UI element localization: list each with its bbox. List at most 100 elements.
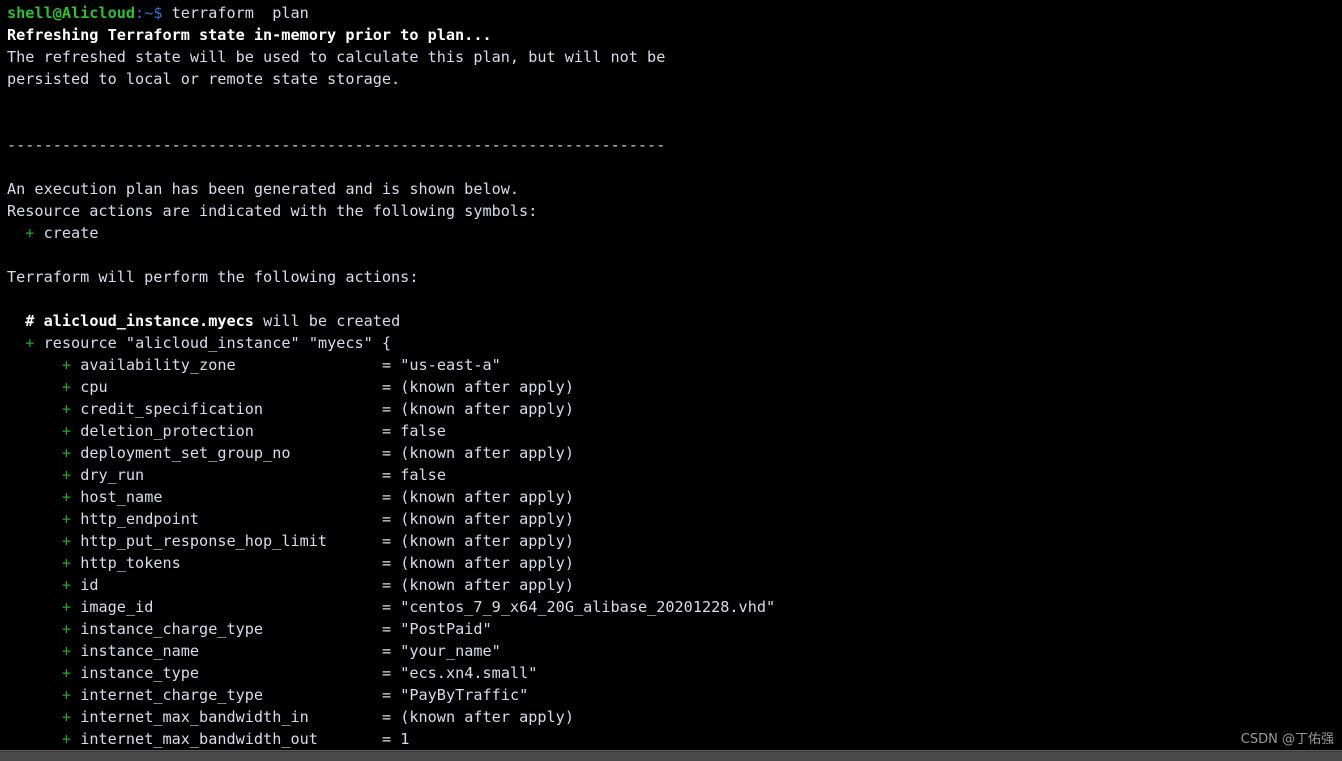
- equals-sign: =: [381, 400, 401, 418]
- attribute-name: dry_run: [80, 466, 145, 484]
- execution-plan-line: An execution plan has been generated and…: [7, 178, 1342, 200]
- attribute-line: + credit_specification = (known after ap…: [7, 398, 1342, 420]
- attribute-value: (known after apply): [400, 510, 574, 528]
- attribute-value: (known after apply): [400, 576, 574, 594]
- attribute-value: "your_name": [400, 642, 501, 660]
- equals-sign: =: [381, 422, 401, 440]
- alignment-spacer: [199, 642, 382, 660]
- alignment-spacer: [254, 422, 382, 440]
- space-spacer: [71, 378, 80, 396]
- space-spacer: [34, 334, 43, 352]
- alignment-spacer: [309, 708, 382, 726]
- note-text-2: persisted to local or remote state stora…: [7, 70, 401, 88]
- space-spacer: [34, 312, 43, 330]
- plus-icon: +: [61, 642, 72, 660]
- terminal-screen[interactable]: shell@Alicloud:~$ terraform plan Refresh…: [0, 0, 1342, 750]
- attribute-line: + dry_run = false: [7, 464, 1342, 486]
- attribute-name: host_name: [80, 488, 163, 506]
- attribute-name: http_tokens: [80, 554, 181, 572]
- plus-icon: +: [61, 488, 72, 506]
- attribute-value: (known after apply): [400, 444, 574, 462]
- attribute-value: "centos_7_9_x64_20G_alibase_20201228.vhd…: [400, 598, 776, 616]
- attribute-line: + internet_max_bandwidth_in = (known aft…: [7, 706, 1342, 728]
- separator-text: ----------------------------------------…: [7, 136, 666, 154]
- attribute-value: false: [400, 466, 446, 484]
- scrollbar-thumb[interactable]: [0, 752, 1342, 761]
- plus-icon: +: [61, 686, 72, 704]
- plus-icon: +: [61, 510, 72, 528]
- attribute-line: + deployment_set_group_no = (known after…: [7, 442, 1342, 464]
- equals-sign: =: [381, 620, 401, 638]
- space-spacer: [71, 620, 80, 638]
- attribute-value: (known after apply): [400, 378, 574, 396]
- equals-sign: =: [381, 466, 401, 484]
- equals-sign: =: [381, 488, 401, 506]
- resource-actions-line: Resource actions are indicated with the …: [7, 200, 1342, 222]
- space-spacer: [71, 356, 80, 374]
- equals-sign: =: [381, 378, 401, 396]
- attribute-line: + http_endpoint = (known after apply): [7, 508, 1342, 530]
- attribute-value: (known after apply): [400, 532, 574, 550]
- resource-declaration-line: + resource "alicloud_instance" "myecs" {: [7, 332, 1342, 354]
- attribute-line: + instance_charge_type = "PostPaid": [7, 618, 1342, 640]
- attribute-name: instance_charge_type: [80, 620, 264, 638]
- attribute-value: "PostPaid": [400, 620, 492, 638]
- space-spacer: [71, 642, 80, 660]
- equals-sign: =: [381, 686, 401, 704]
- alignment-spacer: [181, 554, 382, 572]
- plus-icon: +: [61, 378, 72, 396]
- alignment-spacer: [263, 400, 382, 418]
- equals-sign: =: [381, 664, 401, 682]
- plus-icon: +: [61, 466, 72, 484]
- alignment-spacer: [98, 576, 381, 594]
- attribute-name: http_put_response_hop_limit: [80, 532, 328, 550]
- attribute-name: id: [80, 576, 99, 594]
- plus-icon: +: [61, 620, 72, 638]
- space-spacer: [71, 488, 80, 506]
- perform-actions-line: Terraform will perform the following act…: [7, 266, 1342, 288]
- space-spacer: [71, 708, 80, 726]
- separator-line: ----------------------------------------…: [7, 134, 1342, 156]
- horizontal-scrollbar[interactable]: [0, 750, 1342, 761]
- alignment-spacer: [327, 532, 382, 550]
- attribute-name: instance_name: [80, 642, 200, 660]
- attribute-line: + availability_zone = "us-east-a": [7, 354, 1342, 376]
- attribute-name: deployment_set_group_no: [80, 444, 291, 462]
- space-spacer: [71, 400, 80, 418]
- note-line-2: persisted to local or remote state stora…: [7, 68, 1342, 90]
- equals-sign: =: [381, 444, 401, 462]
- attribute-line: + internet_max_bandwidth_out = 1: [7, 728, 1342, 750]
- space-spacer: [373, 334, 382, 352]
- attribute-value: (known after apply): [400, 400, 574, 418]
- attribute-line: + image_id = "centos_7_9_x64_20G_alibase…: [7, 596, 1342, 618]
- plus-icon: +: [61, 598, 72, 616]
- resource-type: "alicloud_instance": [125, 334, 300, 352]
- refreshing-line: Refreshing Terraform state in-memory pri…: [7, 24, 1342, 46]
- resource-actions-text: Resource actions are indicated with the …: [7, 202, 538, 220]
- attribute-name: cpu: [80, 378, 108, 396]
- terminal-window[interactable]: shell@Alicloud:~$ terraform plan Refresh…: [0, 0, 1342, 761]
- note-line-1: The refreshed state will be used to calc…: [7, 46, 1342, 68]
- space-spacer: [71, 664, 80, 682]
- space-spacer: [71, 576, 80, 594]
- attribute-line: + http_tokens = (known after apply): [7, 552, 1342, 574]
- attribute-line: + cpu = (known after apply): [7, 376, 1342, 398]
- equals-sign: =: [381, 708, 401, 726]
- alignment-spacer: [108, 378, 382, 396]
- plus-icon: +: [61, 400, 72, 418]
- plus-icon: +: [61, 730, 72, 748]
